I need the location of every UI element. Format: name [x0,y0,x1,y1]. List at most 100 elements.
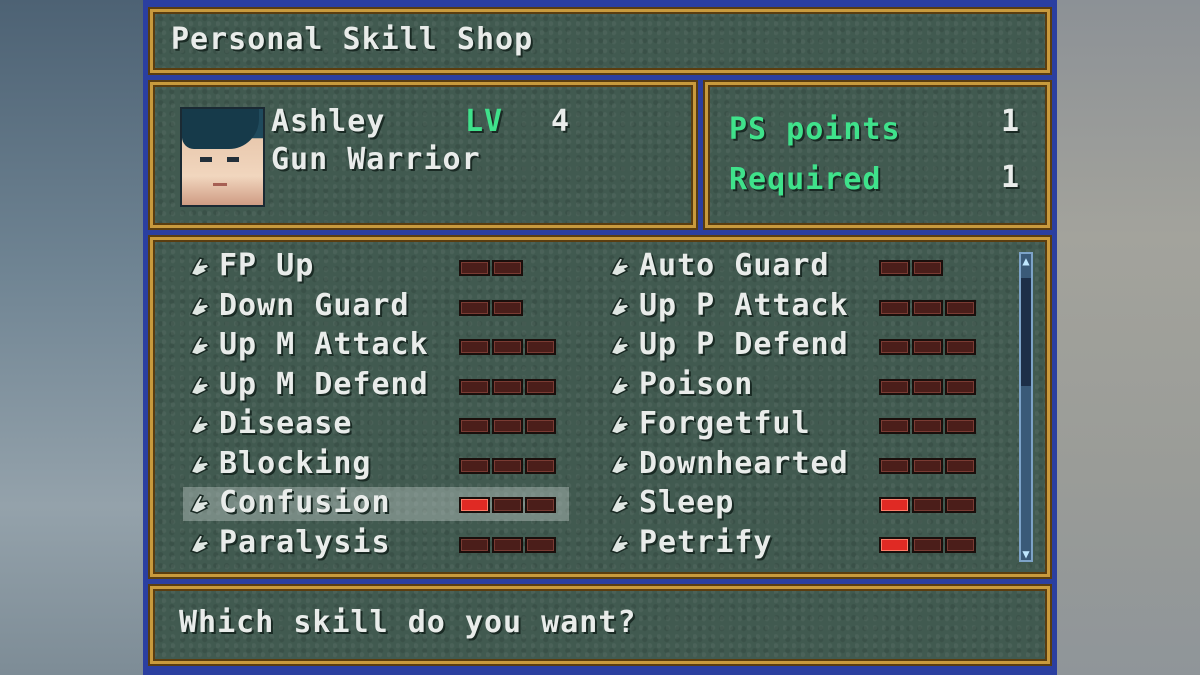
skill-item-right-5[interactable]: Downhearted [603,445,993,482]
skill-level-segment [459,497,490,513]
skill-level-segment [912,339,943,355]
skill-level-meter [459,299,523,318]
skill-level-meter [459,339,556,357]
skill-level-meter [879,457,976,476]
character-class: Gun Warrior [271,142,481,177]
page-title: Personal Skill Shop [171,22,534,57]
pointing-hand-icon [187,531,213,557]
required-value: 1 [1001,160,1021,195]
title-panel: Personal Skill Shop [150,9,1050,73]
skill-level-segment [525,418,556,434]
skill-level-meter [879,260,943,278]
skill-level-segment [912,378,943,395]
skill-level-segment [912,497,943,513]
skill-level-segment [945,299,976,316]
skill-level-meter [459,260,523,278]
skill-item-right-6[interactable]: Sleep [603,485,993,521]
pointing-hand-icon [187,333,213,359]
skill-level-segment [879,536,910,553]
skill-item-left-7[interactable]: Paralysis [183,524,569,561]
skill-name: FP Up [219,248,315,283]
skill-level-meter [879,378,976,397]
level-label: LV [465,104,504,139]
skill-name: Up M Defend [219,366,429,402]
skill-item-left-3[interactable]: Up M Defend [183,366,569,403]
pointing-hand-icon [607,491,633,517]
skill-level-segment [879,418,910,434]
skill-level-segment [525,339,556,355]
game-screen: Personal Skill Shop Ashley LV 4 Gun Warr… [143,0,1057,675]
skill-level-segment [945,418,976,434]
skill-item-right-0[interactable]: Auto Guard [603,248,993,284]
skill-level-meter [459,536,556,555]
skill-level-segment [879,260,910,276]
points-panel [705,82,1050,228]
skill-level-segment [525,536,556,553]
skill-item-left-2[interactable]: Up M Attack [183,327,569,363]
pointing-hand-icon [607,531,633,557]
skill-level-segment [459,457,490,474]
skill-level-segment [492,378,523,395]
skill-level-segment [459,299,490,316]
skill-level-segment [459,536,490,553]
skill-level-meter [879,536,976,555]
skill-name: Paralysis [219,524,391,560]
skill-item-left-1[interactable]: Down Guard [183,287,569,324]
skill-level-segment [492,418,523,434]
skill-level-segment [879,497,910,513]
skill-name: Poison [639,366,754,402]
skill-level-segment [879,339,910,355]
skill-item-right-3[interactable]: Poison [603,366,993,403]
skill-item-left-6[interactable]: Confusion [183,485,569,521]
skill-item-right-1[interactable]: Up P Attack [603,287,993,324]
skill-item-left-5[interactable]: Blocking [183,446,569,482]
scroll-up-arrow-icon[interactable]: ▲ [1020,255,1032,267]
skill-level-segment [912,536,943,553]
background-blur-left [0,0,143,675]
ps-points-value: 1 [1001,104,1021,139]
skill-item-right-7[interactable]: Petrify [603,524,993,561]
scrollbar-thumb[interactable] [1021,278,1031,386]
skill-level-meter [459,457,556,476]
pointing-hand-icon [187,412,213,438]
skill-name: Forgetful [639,406,811,441]
skill-item-left-0[interactable]: FP Up [183,248,569,284]
skill-level-segment [459,339,490,355]
skill-level-segment [945,378,976,395]
skill-level-meter [459,418,556,436]
skill-level-meter [879,418,976,436]
skill-name: Disease [219,406,353,441]
skill-level-segment [879,457,910,474]
skill-name: Auto Guard [639,248,830,283]
pointing-hand-icon [607,333,633,359]
skill-name: Down Guard [219,287,410,323]
skill-name: Confusion [219,485,391,520]
skill-level-meter [879,339,976,357]
skill-level-segment [945,497,976,513]
skill-level-segment [945,339,976,355]
pointing-hand-icon [607,452,633,478]
skill-level-segment [879,299,910,316]
level-value: 4 [551,104,571,139]
pointing-hand-icon [607,294,633,320]
skill-level-segment [459,378,490,395]
skill-name: Downhearted [639,445,849,481]
skill-level-meter [879,497,976,515]
scroll-down-arrow-icon[interactable]: ▼ [1020,548,1032,560]
skill-name: Petrify [639,524,773,560]
background-blur-right [1057,0,1200,675]
skill-name: Up P Defend [639,327,849,362]
prompt-panel: Which skill do you want? [150,586,1050,664]
skill-level-segment [459,418,490,434]
pointing-hand-icon [187,491,213,517]
skill-item-right-4[interactable]: Forgetful [603,406,993,442]
skill-name: Up M Attack [219,327,429,362]
skill-item-left-4[interactable]: Disease [183,406,569,442]
pointing-hand-icon [187,373,213,399]
skill-level-meter [879,299,976,318]
skill-level-meter [459,497,556,515]
pointing-hand-icon [607,254,633,280]
skill-item-right-2[interactable]: Up P Defend [603,327,993,363]
skill-name: Up P Attack [639,287,849,323]
skill-level-segment [492,536,523,553]
